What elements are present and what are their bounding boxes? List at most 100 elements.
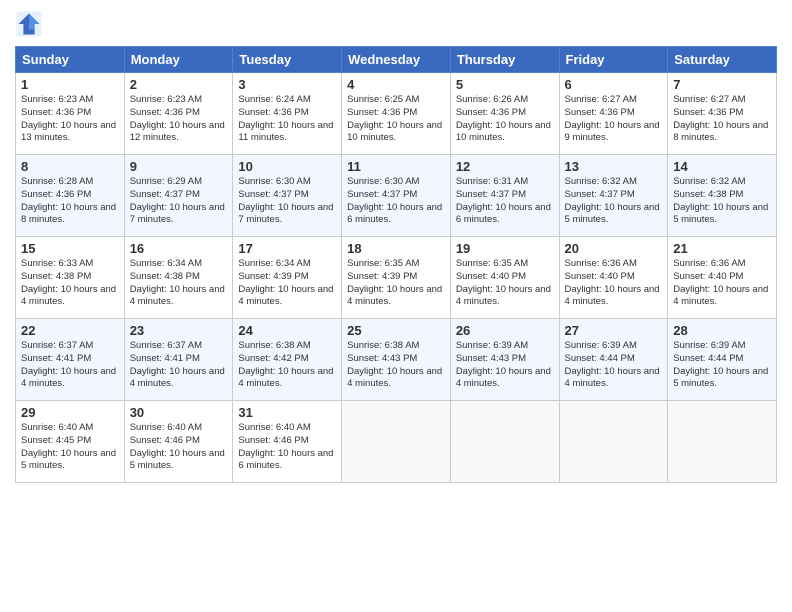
day-number: 6	[565, 77, 663, 92]
day-info: Sunrise: 6:26 AMSunset: 4:36 PMDaylight:…	[456, 94, 554, 145]
calendar-cell	[668, 401, 777, 483]
calendar-cell: 31 Sunrise: 6:40 AMSunset: 4:46 PMDaylig…	[233, 401, 342, 483]
day-info: Sunrise: 6:37 AMSunset: 4:41 PMDaylight:…	[130, 340, 228, 391]
day-info: Sunrise: 6:29 AMSunset: 4:37 PMDaylight:…	[130, 176, 228, 227]
day-number: 11	[347, 159, 445, 174]
day-number: 10	[238, 159, 336, 174]
day-info: Sunrise: 6:38 AMSunset: 4:42 PMDaylight:…	[238, 340, 336, 391]
day-number: 13	[565, 159, 663, 174]
calendar-table: SundayMondayTuesdayWednesdayThursdayFrid…	[15, 46, 777, 483]
day-info: Sunrise: 6:37 AMSunset: 4:41 PMDaylight:…	[21, 340, 119, 391]
calendar-week-3: 15 Sunrise: 6:33 AMSunset: 4:38 PMDaylig…	[16, 237, 777, 319]
logo-icon	[15, 10, 43, 38]
day-number: 16	[130, 241, 228, 256]
calendar-week-1: 1 Sunrise: 6:23 AMSunset: 4:36 PMDayligh…	[16, 73, 777, 155]
day-info: Sunrise: 6:38 AMSunset: 4:43 PMDaylight:…	[347, 340, 445, 391]
day-number: 22	[21, 323, 119, 338]
calendar-cell: 14 Sunrise: 6:32 AMSunset: 4:38 PMDaylig…	[668, 155, 777, 237]
calendar-cell: 19 Sunrise: 6:35 AMSunset: 4:40 PMDaylig…	[450, 237, 559, 319]
day-number: 27	[565, 323, 663, 338]
calendar-cell: 21 Sunrise: 6:36 AMSunset: 4:40 PMDaylig…	[668, 237, 777, 319]
calendar-cell: 17 Sunrise: 6:34 AMSunset: 4:39 PMDaylig…	[233, 237, 342, 319]
calendar-cell: 29 Sunrise: 6:40 AMSunset: 4:45 PMDaylig…	[16, 401, 125, 483]
day-info: Sunrise: 6:23 AMSunset: 4:36 PMDaylight:…	[21, 94, 119, 145]
day-number: 25	[347, 323, 445, 338]
day-info: Sunrise: 6:34 AMSunset: 4:39 PMDaylight:…	[238, 258, 336, 309]
day-number: 1	[21, 77, 119, 92]
calendar-week-2: 8 Sunrise: 6:28 AMSunset: 4:36 PMDayligh…	[16, 155, 777, 237]
day-number: 7	[673, 77, 771, 92]
calendar-cell: 28 Sunrise: 6:39 AMSunset: 4:44 PMDaylig…	[668, 319, 777, 401]
calendar-header-thursday: Thursday	[450, 47, 559, 73]
calendar-header-friday: Friday	[559, 47, 668, 73]
day-number: 18	[347, 241, 445, 256]
day-number: 4	[347, 77, 445, 92]
calendar-header-tuesday: Tuesday	[233, 47, 342, 73]
day-info: Sunrise: 6:23 AMSunset: 4:36 PMDaylight:…	[130, 94, 228, 145]
calendar-header-wednesday: Wednesday	[342, 47, 451, 73]
calendar-week-4: 22 Sunrise: 6:37 AMSunset: 4:41 PMDaylig…	[16, 319, 777, 401]
day-info: Sunrise: 6:34 AMSunset: 4:38 PMDaylight:…	[130, 258, 228, 309]
day-info: Sunrise: 6:40 AMSunset: 4:46 PMDaylight:…	[130, 422, 228, 473]
calendar-cell: 13 Sunrise: 6:32 AMSunset: 4:37 PMDaylig…	[559, 155, 668, 237]
day-number: 26	[456, 323, 554, 338]
calendar-cell: 3 Sunrise: 6:24 AMSunset: 4:36 PMDayligh…	[233, 73, 342, 155]
day-number: 31	[238, 405, 336, 420]
calendar-cell: 5 Sunrise: 6:26 AMSunset: 4:36 PMDayligh…	[450, 73, 559, 155]
calendar-cell: 11 Sunrise: 6:30 AMSunset: 4:37 PMDaylig…	[342, 155, 451, 237]
calendar-cell	[342, 401, 451, 483]
day-info: Sunrise: 6:40 AMSunset: 4:46 PMDaylight:…	[238, 422, 336, 473]
day-info: Sunrise: 6:36 AMSunset: 4:40 PMDaylight:…	[565, 258, 663, 309]
day-info: Sunrise: 6:39 AMSunset: 4:44 PMDaylight:…	[673, 340, 771, 391]
day-number: 12	[456, 159, 554, 174]
calendar-cell: 9 Sunrise: 6:29 AMSunset: 4:37 PMDayligh…	[124, 155, 233, 237]
day-number: 9	[130, 159, 228, 174]
calendar-header-sunday: Sunday	[16, 47, 125, 73]
day-number: 2	[130, 77, 228, 92]
day-info: Sunrise: 6:40 AMSunset: 4:45 PMDaylight:…	[21, 422, 119, 473]
calendar-cell: 23 Sunrise: 6:37 AMSunset: 4:41 PMDaylig…	[124, 319, 233, 401]
day-info: Sunrise: 6:31 AMSunset: 4:37 PMDaylight:…	[456, 176, 554, 227]
calendar-header-monday: Monday	[124, 47, 233, 73]
day-number: 19	[456, 241, 554, 256]
calendar-header-saturday: Saturday	[668, 47, 777, 73]
calendar-week-5: 29 Sunrise: 6:40 AMSunset: 4:45 PMDaylig…	[16, 401, 777, 483]
day-info: Sunrise: 6:32 AMSunset: 4:37 PMDaylight:…	[565, 176, 663, 227]
calendar-cell: 4 Sunrise: 6:25 AMSunset: 4:36 PMDayligh…	[342, 73, 451, 155]
day-info: Sunrise: 6:25 AMSunset: 4:36 PMDaylight:…	[347, 94, 445, 145]
day-number: 20	[565, 241, 663, 256]
calendar-cell: 22 Sunrise: 6:37 AMSunset: 4:41 PMDaylig…	[16, 319, 125, 401]
day-info: Sunrise: 6:24 AMSunset: 4:36 PMDaylight:…	[238, 94, 336, 145]
calendar-cell: 15 Sunrise: 6:33 AMSunset: 4:38 PMDaylig…	[16, 237, 125, 319]
day-info: Sunrise: 6:33 AMSunset: 4:38 PMDaylight:…	[21, 258, 119, 309]
calendar-cell: 20 Sunrise: 6:36 AMSunset: 4:40 PMDaylig…	[559, 237, 668, 319]
page: SundayMondayTuesdayWednesdayThursdayFrid…	[0, 0, 792, 612]
day-info: Sunrise: 6:27 AMSunset: 4:36 PMDaylight:…	[565, 94, 663, 145]
day-number: 3	[238, 77, 336, 92]
day-number: 14	[673, 159, 771, 174]
calendar-cell: 7 Sunrise: 6:27 AMSunset: 4:36 PMDayligh…	[668, 73, 777, 155]
day-number: 21	[673, 241, 771, 256]
calendar-cell: 18 Sunrise: 6:35 AMSunset: 4:39 PMDaylig…	[342, 237, 451, 319]
calendar-cell: 25 Sunrise: 6:38 AMSunset: 4:43 PMDaylig…	[342, 319, 451, 401]
day-number: 23	[130, 323, 228, 338]
day-info: Sunrise: 6:28 AMSunset: 4:36 PMDaylight:…	[21, 176, 119, 227]
day-info: Sunrise: 6:35 AMSunset: 4:40 PMDaylight:…	[456, 258, 554, 309]
day-number: 15	[21, 241, 119, 256]
day-info: Sunrise: 6:32 AMSunset: 4:38 PMDaylight:…	[673, 176, 771, 227]
day-info: Sunrise: 6:30 AMSunset: 4:37 PMDaylight:…	[238, 176, 336, 227]
calendar-cell: 16 Sunrise: 6:34 AMSunset: 4:38 PMDaylig…	[124, 237, 233, 319]
calendar-header-row: SundayMondayTuesdayWednesdayThursdayFrid…	[16, 47, 777, 73]
calendar-cell: 12 Sunrise: 6:31 AMSunset: 4:37 PMDaylig…	[450, 155, 559, 237]
day-number: 5	[456, 77, 554, 92]
calendar-cell: 27 Sunrise: 6:39 AMSunset: 4:44 PMDaylig…	[559, 319, 668, 401]
day-info: Sunrise: 6:39 AMSunset: 4:44 PMDaylight:…	[565, 340, 663, 391]
logo	[15, 10, 47, 38]
calendar-cell: 8 Sunrise: 6:28 AMSunset: 4:36 PMDayligh…	[16, 155, 125, 237]
calendar-cell	[559, 401, 668, 483]
day-number: 17	[238, 241, 336, 256]
day-number: 29	[21, 405, 119, 420]
day-info: Sunrise: 6:39 AMSunset: 4:43 PMDaylight:…	[456, 340, 554, 391]
calendar-cell: 2 Sunrise: 6:23 AMSunset: 4:36 PMDayligh…	[124, 73, 233, 155]
calendar-cell	[450, 401, 559, 483]
